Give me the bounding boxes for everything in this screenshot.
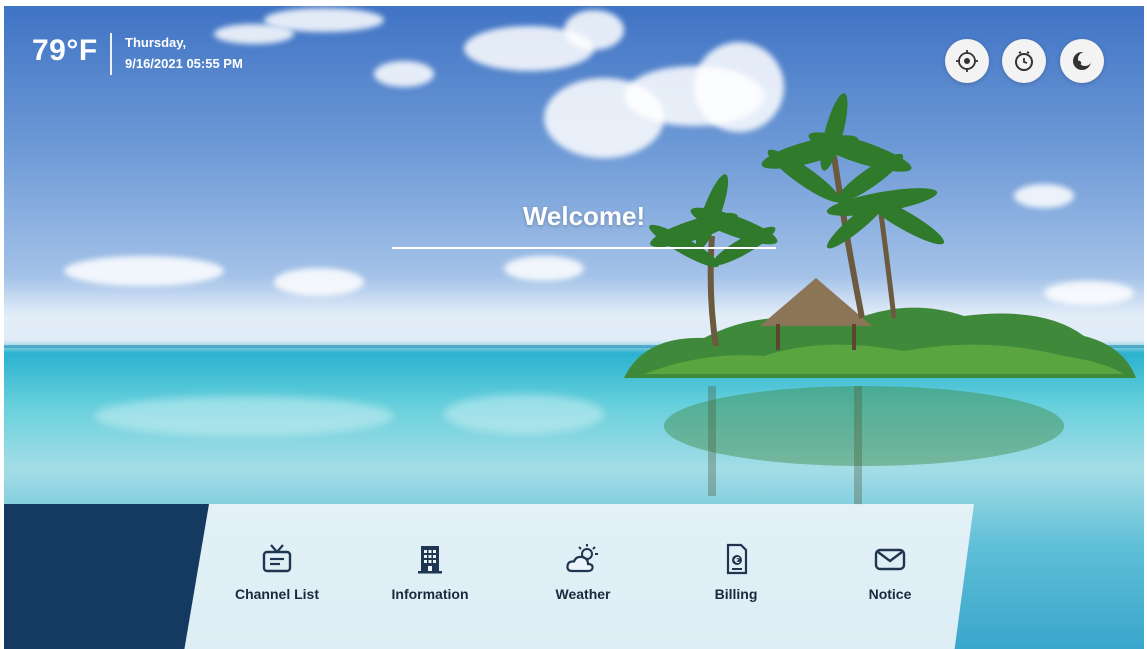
moon-icon [1073,52,1092,70]
status-separator [110,33,112,75]
svg-text:€: € [733,556,740,565]
envelope-icon [874,548,906,571]
menu-item-label: Channel List [234,586,319,602]
menu-item-notice[interactable]: Notice [825,542,955,632]
menu-item-channel-list[interactable]: Channel List [212,542,342,632]
target-icon [956,50,978,72]
menu-item-billing[interactable]: € Billing [671,542,801,632]
temperature-readout: 79°F [32,34,98,67]
target-button[interactable] [945,39,989,83]
date-time: 9/16/2021 05:55 PM [125,56,243,71]
welcome-underline [392,247,776,249]
menu-item-weather[interactable]: Weather [518,542,648,632]
menu-item-label: Information [391,586,469,602]
menu-side-panel [4,504,209,649]
day-of-week: Thursday, [125,35,187,50]
clock-icon [1015,51,1033,71]
document-euro-icon: € [726,543,748,575]
cloud-sun-icon [566,544,598,573]
welcome-title: Welcome! [522,201,646,231]
menu-item-label: Weather [555,586,611,602]
tv-icon [262,544,292,573]
building-icon [418,546,442,574]
alarm-button[interactable] [1002,39,1046,83]
menu-item-label: Notice [868,586,912,602]
menu-item-information[interactable]: Information [365,542,495,632]
menu-item-label: Billing [714,586,758,602]
sleep-button[interactable] [1060,39,1104,83]
